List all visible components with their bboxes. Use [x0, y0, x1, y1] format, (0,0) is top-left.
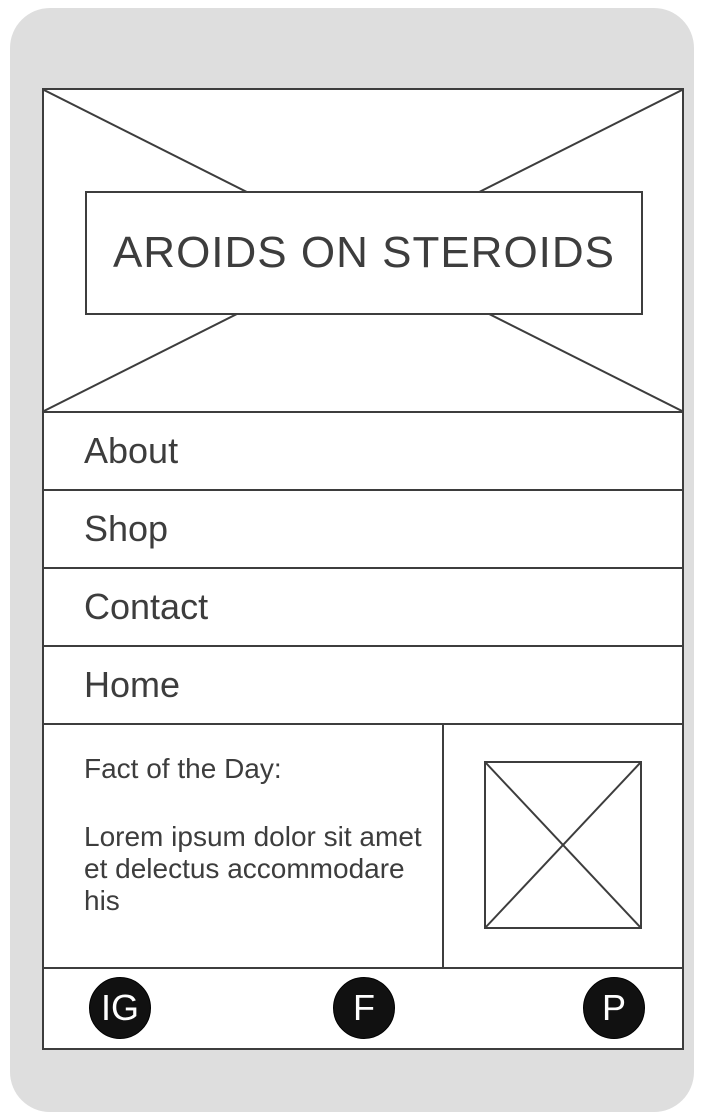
nav-item-contact[interactable]: Contact — [44, 567, 682, 645]
fact-title: Fact of the Day: — [84, 753, 282, 784]
fact-text-block: Fact of the Day: Lorem ipsum dolor sit a… — [84, 753, 424, 917]
site-title: AROIDS ON STEROIDS — [85, 191, 643, 315]
nav-item-about[interactable]: About — [44, 411, 682, 489]
nav-item-home[interactable]: Home — [44, 645, 682, 723]
fact-image-placeholder-icon — [484, 761, 642, 929]
fact-body: Lorem ipsum dolor sit amet et delectus a… — [84, 821, 422, 916]
social-footer: IG F P — [44, 967, 682, 1048]
device-frame: AROIDS ON STEROIDS About Shop Contact Ho… — [10, 8, 694, 1112]
pinterest-icon[interactable]: P — [583, 977, 645, 1039]
fact-divider — [442, 725, 444, 967]
fact-of-the-day-section: Fact of the Day: Lorem ipsum dolor sit a… — [44, 723, 682, 969]
phone-screen: AROIDS ON STEROIDS About Shop Contact Ho… — [42, 88, 684, 1050]
nav-menu: About Shop Contact Home — [44, 411, 682, 723]
nav-item-shop[interactable]: Shop — [44, 489, 682, 567]
instagram-icon[interactable]: IG — [89, 977, 151, 1039]
facebook-icon[interactable]: F — [333, 977, 395, 1039]
hero-image-placeholder: AROIDS ON STEROIDS — [44, 90, 682, 411]
